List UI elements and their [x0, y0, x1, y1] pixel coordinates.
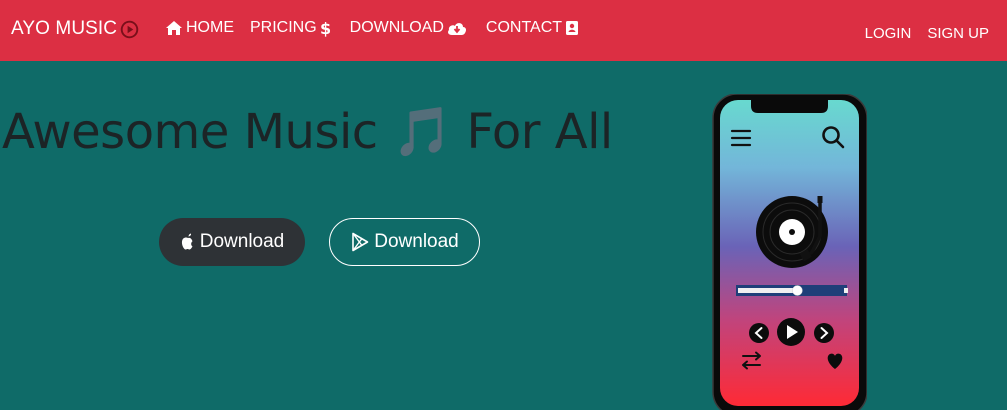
contact-card-icon	[566, 21, 579, 35]
svg-text:$: $	[320, 20, 331, 37]
nav-home[interactable]: HOME	[162, 19, 234, 37]
google-play-icon	[352, 232, 369, 252]
next-track-icon[interactable]	[814, 323, 834, 343]
previous-track-icon[interactable]	[749, 323, 769, 343]
nav-pricing[interactable]: PRICING $	[250, 19, 334, 37]
nav-pricing-label: PRICING	[250, 19, 317, 36]
google-play-download-label: Download	[374, 231, 459, 252]
top-navbar: AYO MUSIC HOME PRICING $ DOWNLOAD CONTAC…	[0, 0, 1007, 61]
apple-icon	[181, 233, 193, 250]
login-link[interactable]: LOGIN	[865, 25, 912, 42]
progress-handle[interactable]	[792, 285, 803, 296]
brand-name: AYO MUSIC	[11, 18, 118, 39]
progress-bar[interactable]	[736, 285, 848, 296]
google-play-download-button[interactable]: Download	[329, 218, 480, 266]
hero-title-end: For All	[466, 104, 613, 160]
nav-contact-label: CONTACT	[485, 19, 563, 36]
play-icon[interactable]	[777, 318, 805, 346]
signup-link[interactable]: SIGN UP	[927, 25, 989, 42]
nav-home-label: HOME	[186, 19, 234, 36]
app-store-download-button[interactable]: Download	[159, 218, 305, 266]
cloud-download-icon	[447, 22, 466, 35]
nav-download-label: DOWNLOAD	[349, 19, 444, 36]
app-store-download-label: Download	[199, 231, 285, 252]
nav-contact[interactable]: CONTACT	[486, 19, 582, 37]
brand-logo[interactable]: AYO MUSIC	[11, 18, 139, 40]
auth-links: LOGIN SIGN UP	[865, 25, 989, 42]
music-note-icon: 🎵	[392, 104, 452, 160]
hero-title-start: Awesome Music	[2, 104, 378, 160]
vinyl-record-icon	[756, 196, 828, 268]
phone-notch	[751, 100, 828, 113]
home-icon	[166, 21, 182, 35]
phone-mockup	[712, 94, 867, 410]
play-circle-icon	[120, 20, 139, 38]
nav-links: HOME PRICING $ DOWNLOAD CONTACT	[162, 19, 582, 37]
hero-title: Awesome Music 🎵 For All	[2, 103, 613, 160]
dollar-icon: $	[320, 20, 331, 37]
nav-download[interactable]: DOWNLOAD	[350, 19, 470, 37]
